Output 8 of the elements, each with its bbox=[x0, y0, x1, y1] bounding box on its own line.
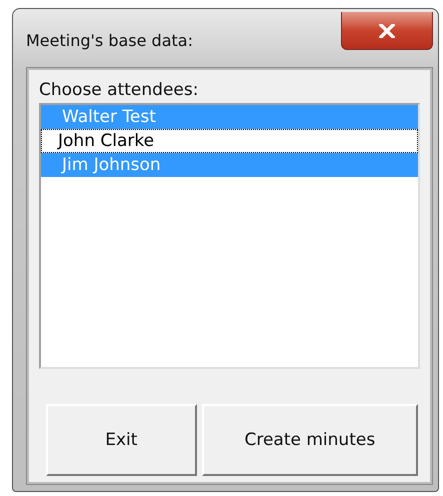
attendees-label: Choose attendees: bbox=[39, 80, 200, 100]
attendee-item[interactable]: John Clarke bbox=[41, 129, 418, 153]
window-title: Meeting's base data: bbox=[26, 31, 193, 50]
close-button[interactable] bbox=[341, 12, 433, 50]
close-icon bbox=[379, 24, 395, 38]
attendees-list[interactable]: Walter Test John Clarke Jim Johnson bbox=[39, 103, 420, 369]
create-minutes-button[interactable]: Create minutes bbox=[202, 404, 418, 476]
exit-button[interactable]: Exit bbox=[46, 404, 197, 476]
